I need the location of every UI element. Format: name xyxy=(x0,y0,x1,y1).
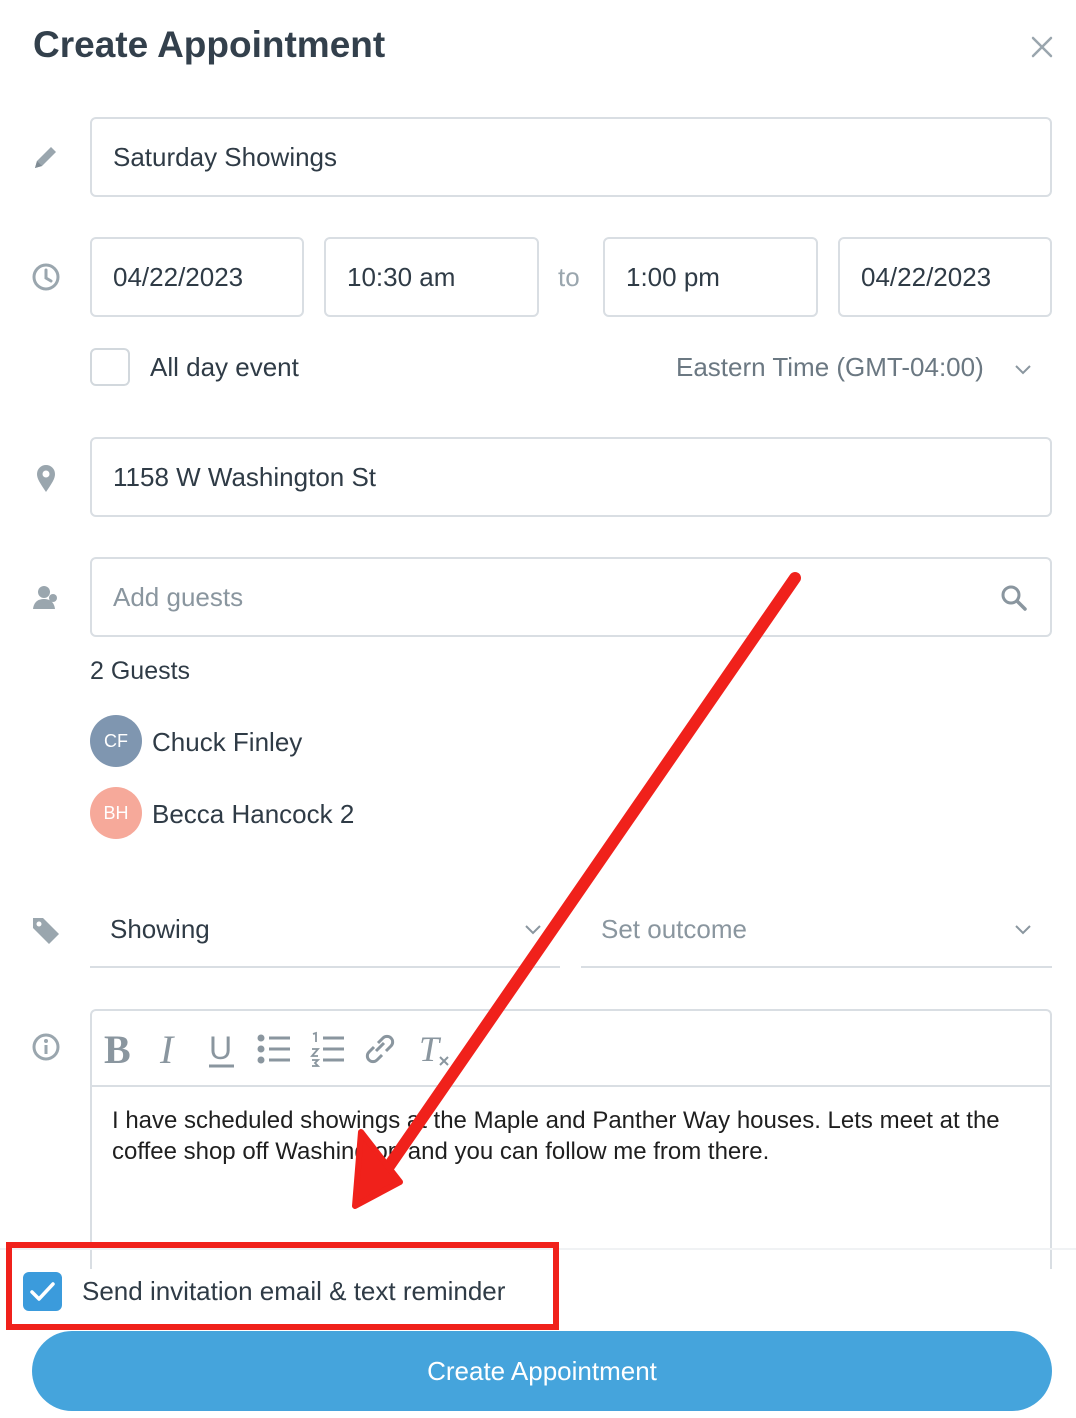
create-appointment-button[interactable]: Create Appointment xyxy=(32,1331,1052,1411)
annotation-arrow xyxy=(352,572,801,1209)
